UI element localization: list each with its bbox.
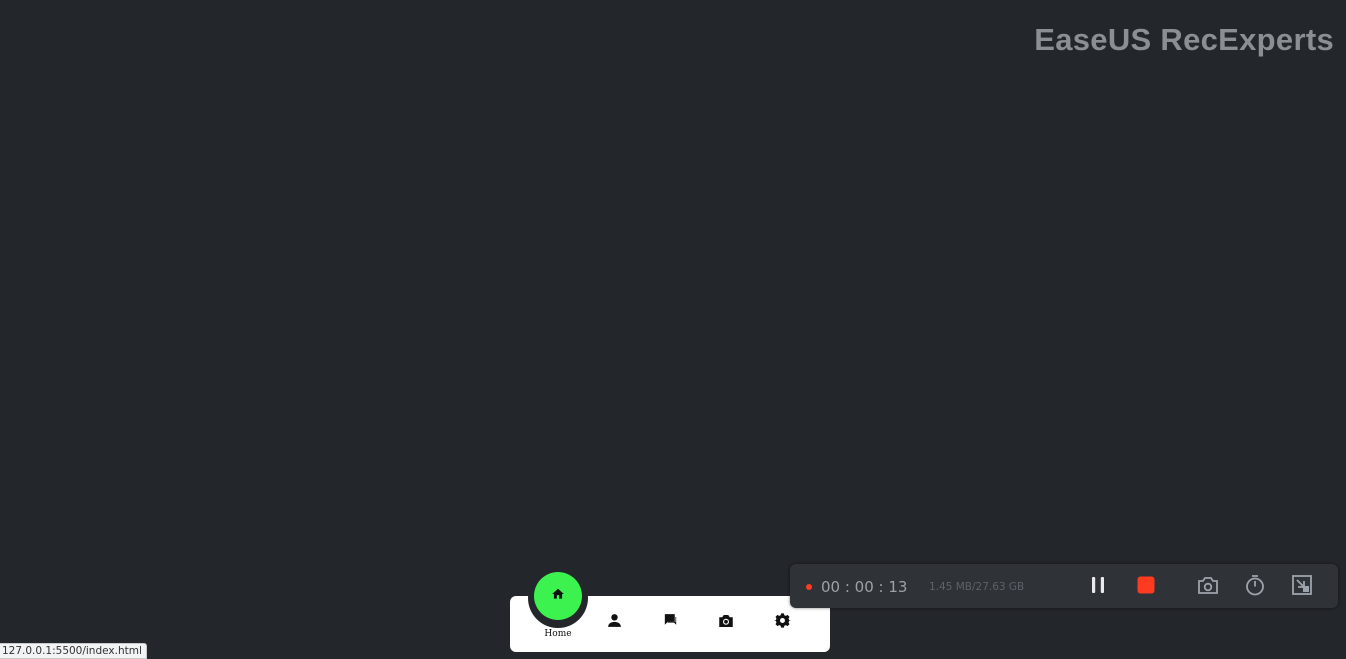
home-icon: [551, 587, 565, 606]
camera-icon: [717, 612, 735, 635]
nav-home-label: Home: [544, 629, 572, 639]
nav-item-camera[interactable]: [712, 609, 740, 637]
recording-timer: 00 : 00 : 13: [821, 578, 908, 596]
stop-button[interactable]: [1133, 574, 1159, 600]
chat-icon: [662, 612, 679, 634]
minimize-button[interactable]: [1289, 574, 1315, 600]
app-watermark: EaseUS RecExperts: [1034, 22, 1334, 57]
nav-item-home[interactable]: [534, 572, 582, 620]
nav-item-messages[interactable]: [656, 609, 684, 637]
person-icon: [606, 612, 623, 634]
screenshot-button[interactable]: [1195, 574, 1221, 600]
pause-icon: [1088, 575, 1108, 600]
recording-file-size: 1.45 MB/27.63 GB: [929, 581, 1025, 593]
status-bar-url: 127.0.0.1:5500/index.html: [0, 643, 147, 659]
minimize-icon: [1291, 574, 1313, 601]
pause-button[interactable]: [1085, 574, 1111, 600]
gear-icon: [773, 612, 791, 634]
screenshot-icon: [1197, 574, 1219, 601]
timer-button[interactable]: [1242, 574, 1268, 600]
recording-indicator: [806, 584, 812, 590]
stop-icon: [1137, 576, 1155, 599]
nav-item-settings[interactable]: [768, 609, 796, 637]
nav-item-profile[interactable]: [600, 609, 628, 637]
timer-icon: [1244, 574, 1266, 601]
